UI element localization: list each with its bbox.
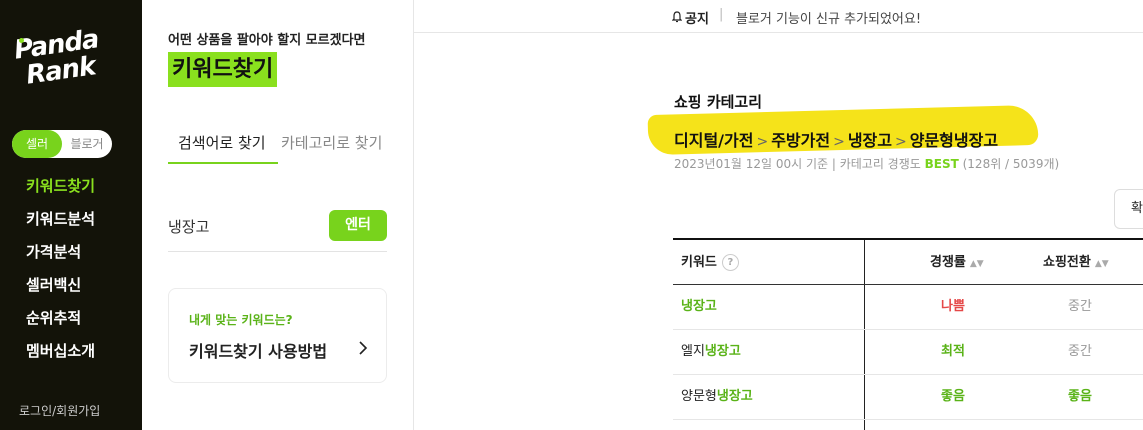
search-panel: 어떤 상품을 팔아야 할지 모르겠다면 키워드찾기 검색어로 찾기 카테고리로 …: [142, 0, 414, 430]
sidebar-nav: 키워드찾기 키워드분석 가격분석 셀러백신 순위추적 멤버십소개: [26, 174, 95, 372]
row-conversion: 중간: [1068, 344, 1092, 359]
crumb-separator: >: [756, 134, 769, 150]
main-content: 공지 | 블로거 기능이 신규 추가되었어요! 쇼핑 카테고리 디지털/가전 > 주…: [414, 0, 1143, 430]
row-competition: 좋음: [941, 389, 965, 404]
row-conversion: 중간: [1068, 299, 1092, 314]
keyword-prefix: 엘지: [681, 344, 705, 359]
search-query-value: 냉장고: [168, 218, 210, 236]
notice-text[interactable]: 블로거 기능이 신규 추가되었어요!: [736, 8, 921, 27]
crumb-1[interactable]: 디지털/가전: [674, 131, 753, 150]
header-competition[interactable]: 경쟁률 ▲▼: [930, 240, 984, 285]
category-breadcrumb: 디지털/가전 > 주방가전 > 냉장고 > 양문형냉장고: [674, 127, 998, 151]
row-conversion: 좋음: [1068, 389, 1092, 404]
header-keyword-label: 키워드: [681, 255, 717, 270]
sort-icon: ▲▼: [969, 259, 984, 269]
crumb-3[interactable]: 냉장고: [848, 131, 892, 150]
category-title: 쇼핑 카테고리: [674, 93, 763, 111]
keyword-highlight: 냉장고: [704, 344, 741, 359]
table-row[interactable]: 양문형냉장고 좋음 좋음: [673, 375, 1143, 420]
panel-title: 키워드찾기: [168, 52, 278, 87]
row-keyword[interactable]: 양문형냉장고: [681, 375, 753, 419]
table-row[interactable]: 냉장고 나쁨 중간: [673, 285, 1143, 330]
sidebar-item-membership[interactable]: 멤버십소개: [26, 339, 95, 372]
sort-button[interactable]: 확: [1114, 189, 1143, 229]
chevron-right-icon: [358, 340, 368, 360]
keyword-highlight: 냉장고: [716, 389, 753, 404]
sidebar-item-rank-tracking[interactable]: 순위추적: [26, 306, 95, 339]
enter-button[interactable]: 엔터: [329, 210, 387, 241]
row-competition: 나쁨: [941, 299, 965, 314]
howto-title: 키워드찾기 사용방법: [189, 342, 328, 361]
logo-dot: [19, 38, 24, 43]
sort-icon: ▲▼: [1094, 259, 1109, 269]
toggle-blogger[interactable]: 블로거: [62, 130, 112, 158]
search-input[interactable]: 냉장고 엔터: [168, 210, 387, 252]
header-conversion[interactable]: 쇼핑전환 ▲▼: [1043, 240, 1109, 285]
howto-eyebrow: 내게 맞는 키워드는?: [189, 313, 293, 327]
crumb-separator: >: [894, 134, 907, 150]
tab-category[interactable]: 카테고리로 찾기: [281, 130, 382, 164]
howto-card[interactable]: 내게 맞는 키워드는? 키워드찾기 사용방법: [168, 288, 387, 383]
help-icon[interactable]: ?: [721, 254, 739, 271]
meta-best: BEST: [924, 157, 959, 171]
login-link[interactable]: 로그인/회원가입: [19, 402, 100, 419]
search-tabs: 검색어로 찾기 카테고리로 찾기: [168, 130, 393, 164]
row-keyword[interactable]: 엘지냉장고: [681, 330, 741, 374]
header-competition-label: 경쟁률: [930, 255, 966, 270]
crumb-2[interactable]: 주방가전: [771, 131, 830, 150]
sidebar-item-seller-vaccine[interactable]: 셀러백신: [26, 273, 95, 306]
pandarank-logo[interactable]: Panda Rank: [12, 24, 114, 90]
notice-bar[interactable]: 공지 | 블로거 기능이 신규 추가되었어요!: [414, 0, 1143, 33]
keyword-highlight: 냉장고: [681, 299, 717, 314]
notice-label: 공지: [685, 12, 709, 27]
bell-icon: [671, 8, 683, 23]
header-conversion-label: 쇼핑전환: [1043, 255, 1091, 270]
table-row[interactable]: 엘지냉장고 최적 중간: [673, 330, 1143, 375]
notice-divider: |: [719, 7, 724, 22]
row-keyword[interactable]: 냉장고: [681, 285, 717, 329]
table-header: 키워드? 경쟁률 ▲▼ 쇼핑전환 ▲▼: [673, 238, 1143, 285]
category-meta: 2023년01월 12일 00시 기준 | 카테고리 경쟁도 BEST (128…: [674, 155, 1059, 172]
app: Panda Rank 셀러 블로거 키워드찾기 키워드분석 가격분석 셀러백신 …: [0, 0, 1143, 430]
sidebar-item-keyword-find[interactable]: 키워드찾기: [26, 174, 95, 207]
meta-prefix: 2023년01월 12일 00시 기준 | 카테고리 경쟁도: [674, 157, 925, 171]
keyword-table: 키워드? 경쟁률 ▲▼ 쇼핑전환 ▲▼ 냉장고 나쁨 중간 엘지냉장고 최적 중간: [673, 238, 1143, 430]
sidebar-item-keyword-analysis[interactable]: 키워드분석: [26, 207, 95, 240]
crumb-separator: >: [833, 134, 845, 150]
panel-subtitle: 어떤 상품을 팔아야 할지 모르겠다면: [168, 33, 366, 48]
sidebar: Panda Rank 셀러 블로거 키워드찾기 키워드분석 가격분석 셀러백신 …: [0, 0, 142, 430]
crumb-4[interactable]: 양문형냉장고: [910, 131, 998, 150]
mode-toggle[interactable]: 셀러 블로거: [12, 130, 112, 158]
row-competition: 최적: [941, 344, 965, 359]
toggle-seller[interactable]: 셀러: [12, 130, 62, 158]
header-keyword: 키워드?: [681, 240, 739, 285]
keyword-prefix: 양문형: [681, 389, 717, 404]
tab-search[interactable]: 검색어로 찾기: [168, 130, 278, 164]
sidebar-item-price-analysis[interactable]: 가격분석: [26, 240, 95, 273]
meta-suffix: (128위 / 5039개): [958, 157, 1060, 171]
